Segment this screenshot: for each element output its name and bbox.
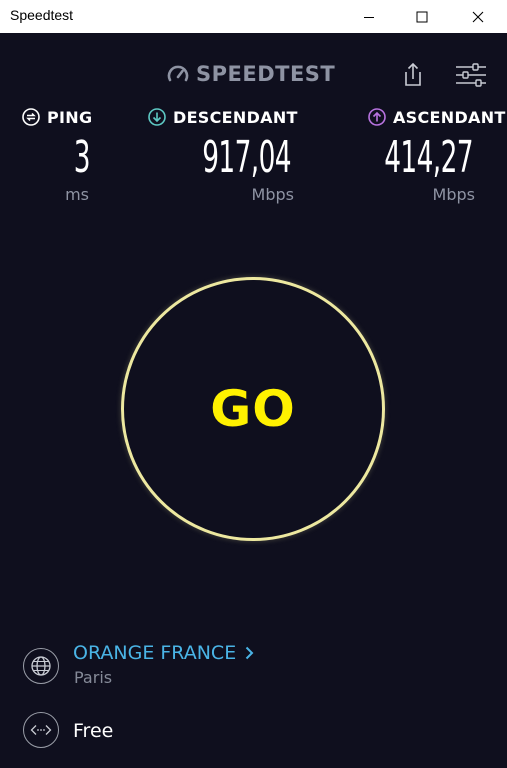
upload-value: 414,27 — [384, 132, 473, 183]
speedometer-icon — [167, 65, 189, 82]
upload-heading: ASCENDANT — [368, 106, 506, 128]
logo-text: SPEEDTEST — [196, 62, 336, 86]
maximize-button[interactable] — [399, 0, 445, 33]
minimize-icon — [364, 16, 374, 18]
server-icon — [23, 712, 59, 748]
close-button[interactable] — [455, 0, 501, 33]
globe-icon — [23, 648, 59, 684]
maximize-icon — [416, 11, 428, 22]
download-value: 917,04 — [202, 132, 291, 183]
window-title: Speedtest — [10, 7, 74, 23]
server-name[interactable]: Free — [73, 720, 113, 742]
isp-name: ORANGE FRANCE — [73, 642, 237, 664]
ping-value: 3 — [73, 132, 91, 183]
share-icon — [405, 62, 421, 86]
title-bar: Speedtest — [0, 0, 507, 33]
isp-selector[interactable]: ORANGE FRANCE — [73, 642, 254, 664]
download-arrow-icon — [148, 108, 166, 126]
share-button[interactable] — [396, 58, 430, 92]
go-button[interactable]: GO — [121, 277, 385, 541]
chevron-right-icon — [245, 646, 254, 660]
upload-arrow-icon — [368, 108, 386, 126]
isp-location: Paris — [74, 668, 113, 687]
ping-label: PING — [47, 107, 93, 127]
download-label: DESCENDANT — [173, 107, 298, 127]
ping-heading: PING — [22, 106, 92, 128]
ping-icon — [22, 108, 40, 126]
ping-unit: ms — [65, 185, 89, 204]
speedtest-logo: SPEEDTEST — [166, 60, 335, 88]
close-icon — [472, 11, 484, 22]
upload-unit: Mbps — [432, 185, 475, 204]
settings-sliders-icon — [456, 63, 486, 87]
go-label: GO — [210, 380, 296, 438]
download-heading: DESCENDANT — [148, 106, 298, 128]
settings-button[interactable] — [454, 58, 488, 92]
upload-label: ASCENDANT — [393, 107, 506, 127]
minimize-button[interactable] — [346, 0, 392, 33]
download-unit: Mbps — [251, 185, 294, 204]
